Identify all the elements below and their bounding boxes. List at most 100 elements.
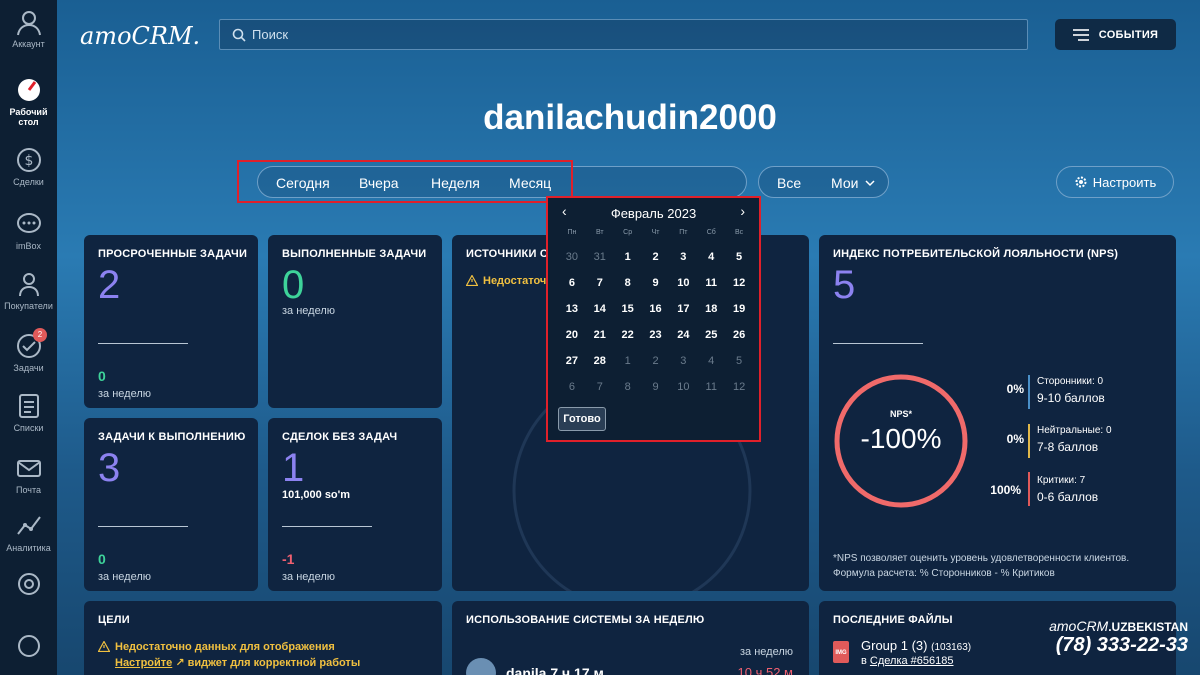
calendar-day[interactable]: 7	[586, 270, 614, 296]
sidebar-item-tasks[interactable]: 2 Задачи	[0, 328, 57, 373]
calendar-day[interactable]: 25	[697, 322, 725, 348]
sidebar-item-label: Списки	[13, 423, 44, 433]
nps-card[interactable]: ИНДЕКС ПОТРЕБИТЕЛЬСКОЙ ЛОЯЛЬНОСТИ (NPS) …	[819, 235, 1176, 591]
calendar-week-row: 6 7 8 9 10 11 12	[558, 374, 753, 400]
chevron-down-icon[interactable]	[865, 180, 875, 187]
calendar-day[interactable]: 31	[586, 244, 614, 270]
calendar-day[interactable]: 20	[558, 322, 586, 348]
image-file-icon: IMG	[833, 641, 849, 663]
amocrm-logo[interactable]: amoCRM.	[80, 22, 200, 50]
sidebar-item-mail[interactable]: Почта	[0, 454, 57, 495]
weekday-label: Чт	[651, 229, 660, 236]
weekly-overdue-count: 0	[98, 368, 106, 384]
scope-all[interactable]: Все	[777, 175, 801, 191]
calendar-day[interactable]: 23	[642, 322, 670, 348]
sidebar-item-deals[interactable]: $ Сделки	[0, 146, 57, 187]
sidebar-item-imbox[interactable]: imBox	[0, 210, 57, 251]
page-title: danilachudin2000	[483, 98, 777, 137]
calendar-day[interactable]: 30	[558, 244, 586, 270]
dollar-icon: $	[16, 148, 41, 172]
completed-tasks-card[interactable]: ВЫПОЛНЕННЫЕ ЗАДАЧИ 0 за неделю	[268, 235, 442, 408]
calendar-day[interactable]: 15	[614, 296, 642, 322]
calendar-day[interactable]: 21	[586, 322, 614, 348]
calendar-day[interactable]: 13	[558, 296, 586, 322]
calendar-day[interactable]: 26	[725, 322, 753, 348]
card-title: ИСПОЛЬЗОВАНИЕ СИСТЕМЫ ЗА НЕДЕЛЮ	[466, 614, 705, 626]
calendar-day[interactable]: 8	[614, 374, 642, 400]
calendar-day[interactable]: 1	[614, 244, 642, 270]
weekday-label: Вс	[735, 229, 744, 236]
calendar-day[interactable]: 22	[614, 322, 642, 348]
goals-setup-link[interactable]: Настройте	[115, 657, 172, 669]
goals-card[interactable]: ЦЕЛИ Недостаточно данных для отображения…	[84, 601, 442, 675]
promoters-bar	[1028, 375, 1030, 409]
overdue-tasks-card[interactable]: ПРОСРОЧЕННЫЕ ЗАДАЧИ 2 0 за неделю	[84, 235, 258, 408]
calendar-day[interactable]: 4	[697, 348, 725, 374]
tasks-todo-card[interactable]: ЗАДАЧИ К ВЫПОЛНЕНИЮ 3 0 за неделю	[84, 418, 258, 591]
calendar-day[interactable]: 19	[725, 296, 753, 322]
sidebar-item-analytics[interactable]: Аналитика	[0, 512, 57, 553]
sidebar-item-settings[interactable]	[0, 570, 57, 601]
calendar-day[interactable]: 7	[586, 374, 614, 400]
file-prefix: в	[861, 655, 867, 667]
sidebar-item-customers[interactable]: Покупатели	[0, 270, 57, 311]
calendar-day[interactable]: 6	[558, 374, 586, 400]
calendar-day[interactable]: 10	[669, 270, 697, 296]
calendar-week-row: 6 7 8 9 10 11 12	[558, 270, 753, 296]
calendar-week-row: 20 21 22 23 24 25 26	[558, 322, 753, 348]
calendar-day[interactable]: 5	[725, 244, 753, 270]
usage-period: за неделю	[739, 646, 793, 658]
nps-gauge-value: -100%	[860, 423, 942, 454]
calendar-day[interactable]: 9	[642, 374, 670, 400]
calendar-day[interactable]: 12	[725, 270, 753, 296]
warning-icon	[98, 641, 110, 652]
search-placeholder: Поиск	[252, 27, 289, 42]
calendar-day[interactable]: 11	[697, 374, 725, 400]
calendar-day[interactable]: 2	[642, 348, 670, 374]
calendar-day[interactable]: 8	[614, 270, 642, 296]
calendar-day[interactable]: 24	[669, 322, 697, 348]
divider	[282, 526, 372, 527]
deals-count: 1	[282, 446, 305, 490]
setup-label: Настроить	[1092, 174, 1157, 190]
calendar-day[interactable]: 3	[669, 244, 697, 270]
calendar-day[interactable]: 18	[697, 296, 725, 322]
sidebar-item-lists[interactable]: Списки	[0, 392, 57, 433]
card-title: ВЫПОЛНЕННЫЕ ЗАДАЧИ	[282, 248, 427, 260]
passives-range: 7-8 баллов	[1037, 440, 1099, 454]
calendar-day[interactable]: 5	[725, 348, 753, 374]
calendar-day[interactable]: 4	[697, 244, 725, 270]
weekly-caption: за неделю	[98, 571, 152, 583]
setup-button[interactable]: Настроить	[1056, 166, 1174, 198]
calendar-day[interactable]: 9	[642, 270, 670, 296]
chat-icon	[16, 213, 41, 233]
menu-icon	[1072, 28, 1089, 41]
calendar-day[interactable]: 1	[614, 348, 642, 374]
calendar-day[interactable]: 14	[586, 296, 614, 322]
search-input[interactable]: Поиск	[219, 19, 1028, 50]
calendar-day[interactable]: 3	[669, 348, 697, 374]
calendar-day[interactable]: 11	[697, 270, 725, 296]
file-name[interactable]: Group 1 (3)	[861, 638, 927, 653]
sidebar-item-label: Почта	[16, 485, 41, 495]
sidebar-item-support[interactable]	[0, 632, 57, 663]
calendar-day[interactable]: 28	[586, 348, 614, 374]
events-button[interactable]: СОБЫТИЯ	[1055, 19, 1176, 50]
calendar-day[interactable]: 10	[669, 374, 697, 400]
calendar-day[interactable]: 12	[725, 374, 753, 400]
warning-text: Недостаточн	[483, 275, 553, 287]
sidebar-item-account[interactable]: Аккаунт	[0, 8, 57, 49]
calendar-day[interactable]: 2	[642, 244, 670, 270]
card-title: ПОСЛЕДНИЕ ФАЙЛЫ	[833, 614, 953, 626]
next-month-icon[interactable]: ›	[740, 203, 745, 219]
scope-mine[interactable]: Мои	[831, 175, 858, 191]
system-usage-card[interactable]: ИСПОЛЬЗОВАНИЕ СИСТЕМЫ ЗА НЕДЕЛЮ за недел…	[452, 601, 809, 675]
done-button[interactable]: Готово	[558, 407, 606, 431]
deal-link[interactable]: Сделка #656185	[870, 655, 954, 667]
passives-percent: 0%	[1006, 432, 1024, 446]
calendar-day[interactable]: 27	[558, 348, 586, 374]
calendar-day[interactable]: 17	[669, 296, 697, 322]
calendar-day[interactable]: 16	[642, 296, 670, 322]
deals-without-tasks-card[interactable]: СДЕЛОК БЕЗ ЗАДАЧ 1 101,000 so'm -1 за не…	[268, 418, 442, 591]
calendar-day[interactable]: 6	[558, 270, 586, 296]
